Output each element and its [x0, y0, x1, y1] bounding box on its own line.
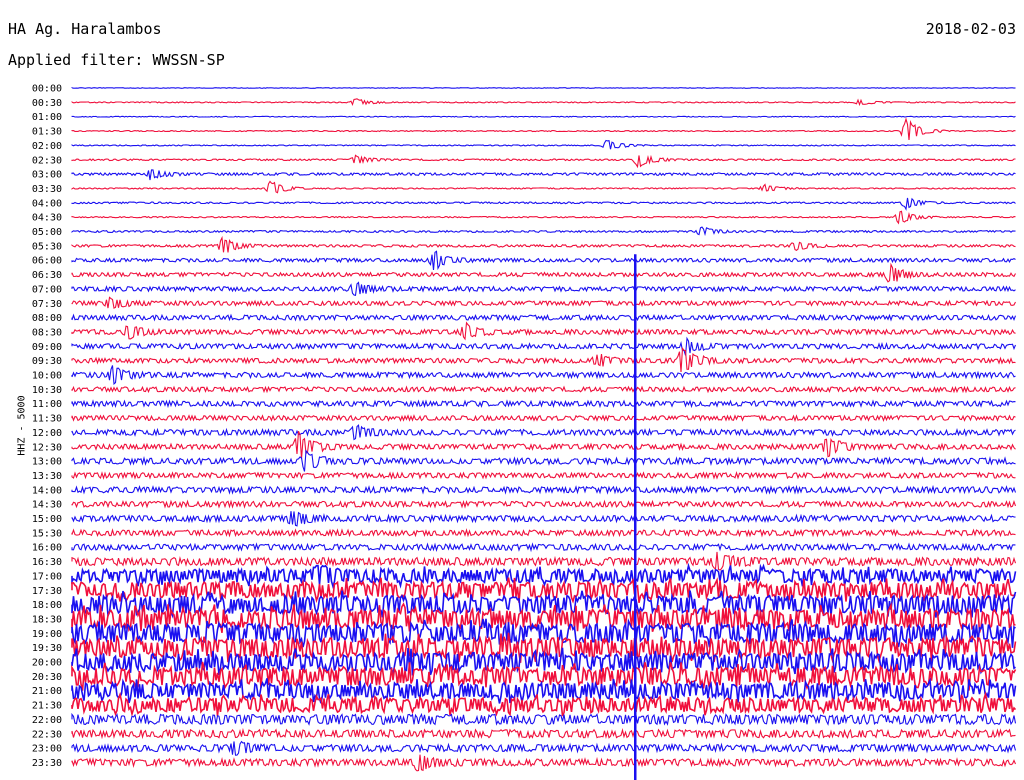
time-tick-label: 21:30	[32, 701, 62, 712]
time-tick-label: 22:30	[32, 729, 62, 740]
trace-line	[71, 169, 1016, 181]
time-tick-label: 22:00	[32, 715, 62, 726]
trace-line	[71, 321, 1016, 341]
time-tick-label: 12:00	[32, 428, 62, 439]
time-tick-label: 17:00	[32, 571, 62, 582]
time-tick-label: 23:30	[32, 758, 62, 769]
time-tick-label: 19:00	[32, 629, 62, 640]
trace-line	[71, 712, 1017, 726]
trace-line	[71, 754, 1017, 772]
seismogram-plot: 00:00 00:30 01:00 01:30 02:00 02:30 03:00 03:30…	[32, 84, 1017, 780]
time-tick-label: 15:30	[32, 528, 62, 539]
time-tick-label: 08:00	[32, 313, 62, 324]
time-tick-label: 05:00	[32, 227, 62, 238]
time-tick-label: 01:30	[32, 127, 62, 138]
time-tick-label: 07:00	[32, 284, 62, 295]
trace-line	[71, 296, 1016, 309]
trace-line	[71, 87, 1016, 89]
trace-line	[71, 511, 1016, 527]
trace-line	[71, 262, 1016, 283]
trace-line	[71, 385, 1016, 394]
trace-line	[71, 471, 1016, 480]
trace-line	[71, 691, 1017, 718]
trace-line	[71, 336, 1017, 356]
time-tick-label: 03:30	[32, 184, 62, 195]
trace-line	[71, 117, 1016, 140]
time-tick-label: 04:30	[32, 213, 62, 224]
trace-line	[71, 115, 1016, 118]
time-tick-label: 03:00	[32, 170, 62, 181]
time-tick-label: 10:00	[32, 371, 62, 382]
time-tick-label: 05:30	[32, 241, 62, 252]
time-tick-label: 10:30	[32, 385, 62, 396]
trace-line	[71, 449, 1016, 472]
trace-line	[71, 226, 1016, 237]
trace-line	[71, 542, 1016, 553]
time-tick-label: 11:30	[32, 414, 62, 425]
trace-line	[71, 281, 1016, 296]
trace-line	[71, 414, 1016, 423]
trace-line	[71, 365, 1016, 386]
trace-line	[71, 528, 1016, 538]
time-tick-label: 04:00	[32, 198, 62, 209]
time-tick-label: 16:00	[32, 543, 62, 554]
time-tick-label: 09:30	[32, 356, 62, 367]
time-tick-label: 17:30	[32, 586, 62, 597]
trace-line	[71, 484, 1017, 495]
trace-line	[71, 197, 1016, 211]
time-tick-label: 20:30	[32, 672, 62, 683]
time-tick-label: 06:00	[32, 256, 62, 267]
time-tick-label: 00:30	[32, 98, 62, 109]
trace-line	[71, 180, 1016, 194]
time-tick-label: 13:30	[32, 471, 62, 482]
time-tick-label: 15:00	[32, 514, 62, 525]
trace-line	[71, 740, 1017, 756]
time-tick-label: 09:00	[32, 342, 62, 353]
trace-line	[71, 727, 1016, 740]
trace-line	[71, 98, 1016, 107]
trace-lines	[71, 87, 1017, 772]
trace-line	[71, 235, 1016, 253]
trace-line	[71, 551, 1017, 571]
time-tick-label: 18:30	[32, 614, 62, 625]
time-tick-label: 07:30	[32, 299, 62, 310]
time-tick-label: 20:00	[32, 658, 62, 669]
time-tick-label: 06:30	[32, 270, 62, 281]
time-tick-label: 11:00	[32, 399, 62, 410]
time-tick-label: 18:00	[32, 600, 62, 611]
time-tick-label: 12:30	[32, 442, 62, 453]
trace-line	[71, 250, 1016, 271]
time-tick-label: 14:30	[32, 500, 62, 511]
time-tick-label: 13:00	[32, 457, 62, 468]
time-tick-label: 14:00	[32, 485, 62, 496]
trace-line	[71, 154, 1016, 169]
trace-line	[71, 424, 1016, 441]
trace-line	[71, 139, 1016, 150]
trace-line	[71, 399, 1016, 409]
time-tick-label: 19:30	[32, 643, 62, 654]
time-tick-label: 08:30	[32, 327, 62, 338]
trace-line	[71, 430, 1016, 459]
time-tick-label: 16:30	[32, 557, 62, 568]
time-tick-label: 02:00	[32, 141, 62, 152]
time-tick-labels: 00:00 00:30 01:00 01:30 02:00 02:30 03:00 03:30…	[32, 84, 62, 769]
time-tick-label: 02:30	[32, 155, 62, 166]
time-tick-label: 21:00	[32, 686, 62, 697]
trace-line	[71, 210, 1016, 225]
trace-line	[71, 499, 1017, 509]
trace-line	[71, 313, 1017, 322]
time-tick-label: 00:00	[32, 84, 62, 95]
time-tick-label: 23:00	[32, 744, 62, 755]
trace-line	[71, 346, 1016, 373]
time-tick-label: 01:00	[32, 112, 62, 123]
